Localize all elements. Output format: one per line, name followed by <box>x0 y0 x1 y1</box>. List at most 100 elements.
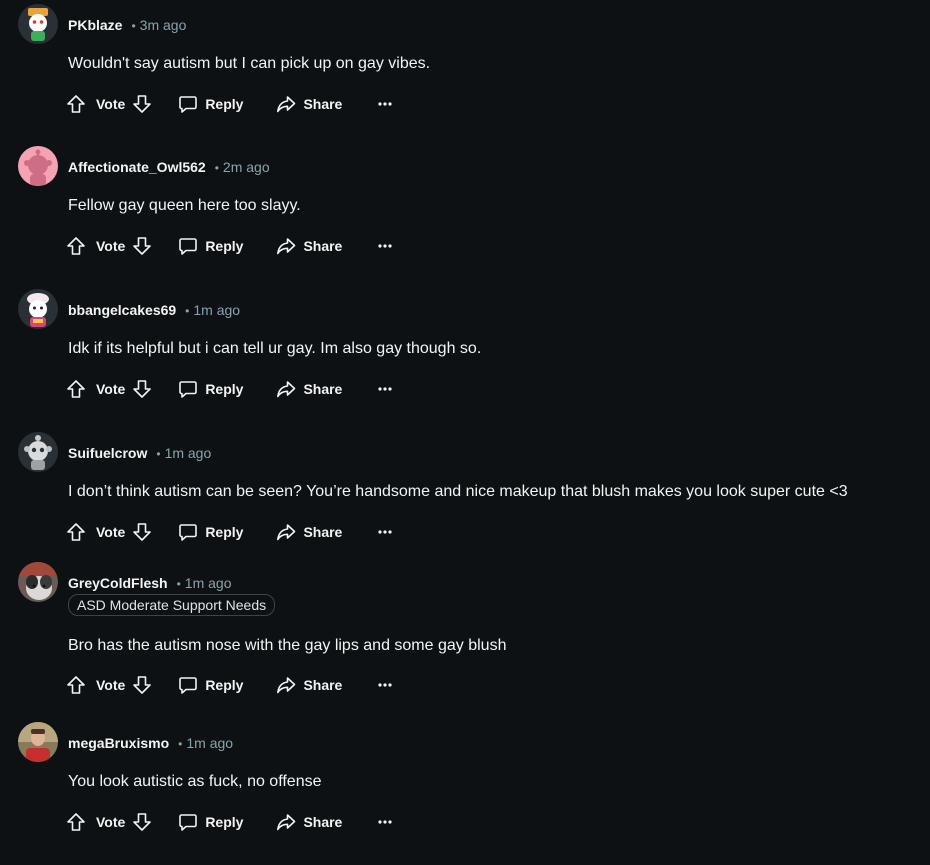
share-button[interactable]: Share <box>276 236 342 256</box>
upvote-arrow-icon[interactable] <box>66 522 86 542</box>
username-link[interactable]: bbangelcakes69 <box>68 302 176 318</box>
downvote-arrow-icon[interactable] <box>132 94 152 114</box>
comment-meta: Suifuelcrow • 1m ago <box>68 444 211 463</box>
share-button[interactable]: Share <box>276 522 342 542</box>
reply-label: Reply <box>205 381 244 397</box>
username-link[interactable]: megaBruxismo <box>68 735 169 751</box>
overflow-dots-icon[interactable] <box>377 524 393 540</box>
comment-action-bar: Vote Reply Share <box>66 669 393 701</box>
vote-label: Vote <box>96 524 126 540</box>
comment-action-bar: Vote Reply Share <box>66 88 393 120</box>
comment-meta: megaBruxismo • 1m ago <box>68 734 233 753</box>
comment-action-bar: Vote Reply Share <box>66 373 393 405</box>
comment-body: Bro has the autism nose with the gay lip… <box>68 637 507 654</box>
user-flair: ASD Moderate Support Needs <box>68 594 276 616</box>
comment-action-bar: Vote Reply Share <box>66 806 393 838</box>
user-avatar[interactable] <box>18 146 58 186</box>
user-avatar[interactable] <box>18 562 58 602</box>
timestamp[interactable]: 1m ago <box>185 575 232 591</box>
timestamp[interactable]: 1m ago <box>193 302 240 318</box>
comment-bubble-icon <box>178 94 198 114</box>
comment-thread: PKblaze • 3m ago Wouldn't say autism but I… <box>0 0 930 865</box>
upvote-arrow-icon[interactable] <box>66 379 86 399</box>
overflow-dots-icon[interactable] <box>377 238 393 254</box>
share-label: Share <box>303 96 343 112</box>
vote-control: Vote <box>66 522 152 542</box>
vote-control: Vote <box>66 94 152 114</box>
vote-control: Vote <box>66 812 152 832</box>
comment-body: Fellow gay queen here too slayy. <box>68 197 301 214</box>
share-label: Share <box>303 524 343 540</box>
share-label: Share <box>303 381 343 397</box>
comment-action-bar: Vote Reply Share <box>66 230 393 262</box>
user-avatar[interactable] <box>18 4 58 44</box>
reply-button[interactable]: Reply <box>178 94 243 114</box>
vote-label: Vote <box>96 238 126 254</box>
timestamp[interactable]: 3m ago <box>140 17 187 33</box>
timestamp[interactable]: 1m ago <box>165 445 212 461</box>
overflow-dots-icon[interactable] <box>377 677 393 693</box>
reply-label: Reply <box>205 96 244 112</box>
share-arrow-icon <box>276 812 296 832</box>
upvote-arrow-icon[interactable] <box>66 675 86 695</box>
reply-label: Reply <box>205 238 244 254</box>
share-button[interactable]: Share <box>276 94 342 114</box>
timestamp[interactable]: 2m ago <box>223 159 270 175</box>
share-arrow-icon <box>276 236 296 256</box>
overflow-dots-icon[interactable] <box>377 814 393 830</box>
downvote-arrow-icon[interactable] <box>132 522 152 542</box>
separator-dot: • <box>214 161 219 175</box>
comment-bubble-icon <box>178 675 198 695</box>
downvote-arrow-icon[interactable] <box>132 379 152 399</box>
comment-body: Wouldn't say autism but I can pick up on… <box>68 55 431 72</box>
upvote-arrow-icon[interactable] <box>66 236 86 256</box>
user-avatar[interactable] <box>18 722 58 762</box>
reply-button[interactable]: Reply <box>178 379 243 399</box>
comment-meta: GreyColdFlesh • 1m ago <box>68 574 232 593</box>
share-label: Share <box>303 677 343 693</box>
share-arrow-icon <box>276 522 296 542</box>
reply-button[interactable]: Reply <box>178 236 243 256</box>
comment-bubble-icon <box>178 236 198 256</box>
comment-meta: bbangelcakes69 • 1m ago <box>68 301 240 320</box>
share-label: Share <box>303 814 343 830</box>
reply-button[interactable]: Reply <box>178 522 243 542</box>
reply-label: Reply <box>205 814 244 830</box>
share-arrow-icon <box>276 675 296 695</box>
username-link[interactable]: Suifuelcrow <box>68 445 147 461</box>
share-label: Share <box>303 238 343 254</box>
username-link[interactable]: Affectionate_Owl562 <box>68 159 206 175</box>
downvote-arrow-icon[interactable] <box>132 675 152 695</box>
comment-bubble-icon <box>178 379 198 399</box>
timestamp[interactable]: 1m ago <box>186 735 233 751</box>
comment-bubble-icon <box>178 522 198 542</box>
downvote-arrow-icon[interactable] <box>132 812 152 832</box>
upvote-arrow-icon[interactable] <box>66 812 86 832</box>
separator-dot: • <box>131 19 136 33</box>
comment-body: Idk if its helpful but i can tell ur gay… <box>68 340 482 357</box>
share-arrow-icon <box>276 94 296 114</box>
username-link[interactable]: GreyColdFlesh <box>68 575 168 591</box>
username-link[interactable]: PKblaze <box>68 17 122 33</box>
overflow-dots-icon[interactable] <box>377 381 393 397</box>
vote-control: Vote <box>66 379 152 399</box>
reply-label: Reply <box>205 677 244 693</box>
share-button[interactable]: Share <box>276 812 342 832</box>
reply-button[interactable]: Reply <box>178 675 243 695</box>
share-arrow-icon <box>276 379 296 399</box>
share-button[interactable]: Share <box>276 675 342 695</box>
downvote-arrow-icon[interactable] <box>132 236 152 256</box>
overflow-dots-icon[interactable] <box>377 96 393 112</box>
user-avatar[interactable] <box>18 289 58 329</box>
comment-action-bar: Vote Reply Share <box>66 516 393 548</box>
reply-button[interactable]: Reply <box>178 812 243 832</box>
comment-body: I don’t think autism can be seen? You’re… <box>68 483 848 500</box>
share-button[interactable]: Share <box>276 379 342 399</box>
vote-label: Vote <box>96 814 126 830</box>
vote-label: Vote <box>96 381 126 397</box>
vote-label: Vote <box>96 96 126 112</box>
reply-label: Reply <box>205 524 244 540</box>
user-avatar[interactable] <box>18 432 58 472</box>
vote-control: Vote <box>66 675 152 695</box>
upvote-arrow-icon[interactable] <box>66 94 86 114</box>
